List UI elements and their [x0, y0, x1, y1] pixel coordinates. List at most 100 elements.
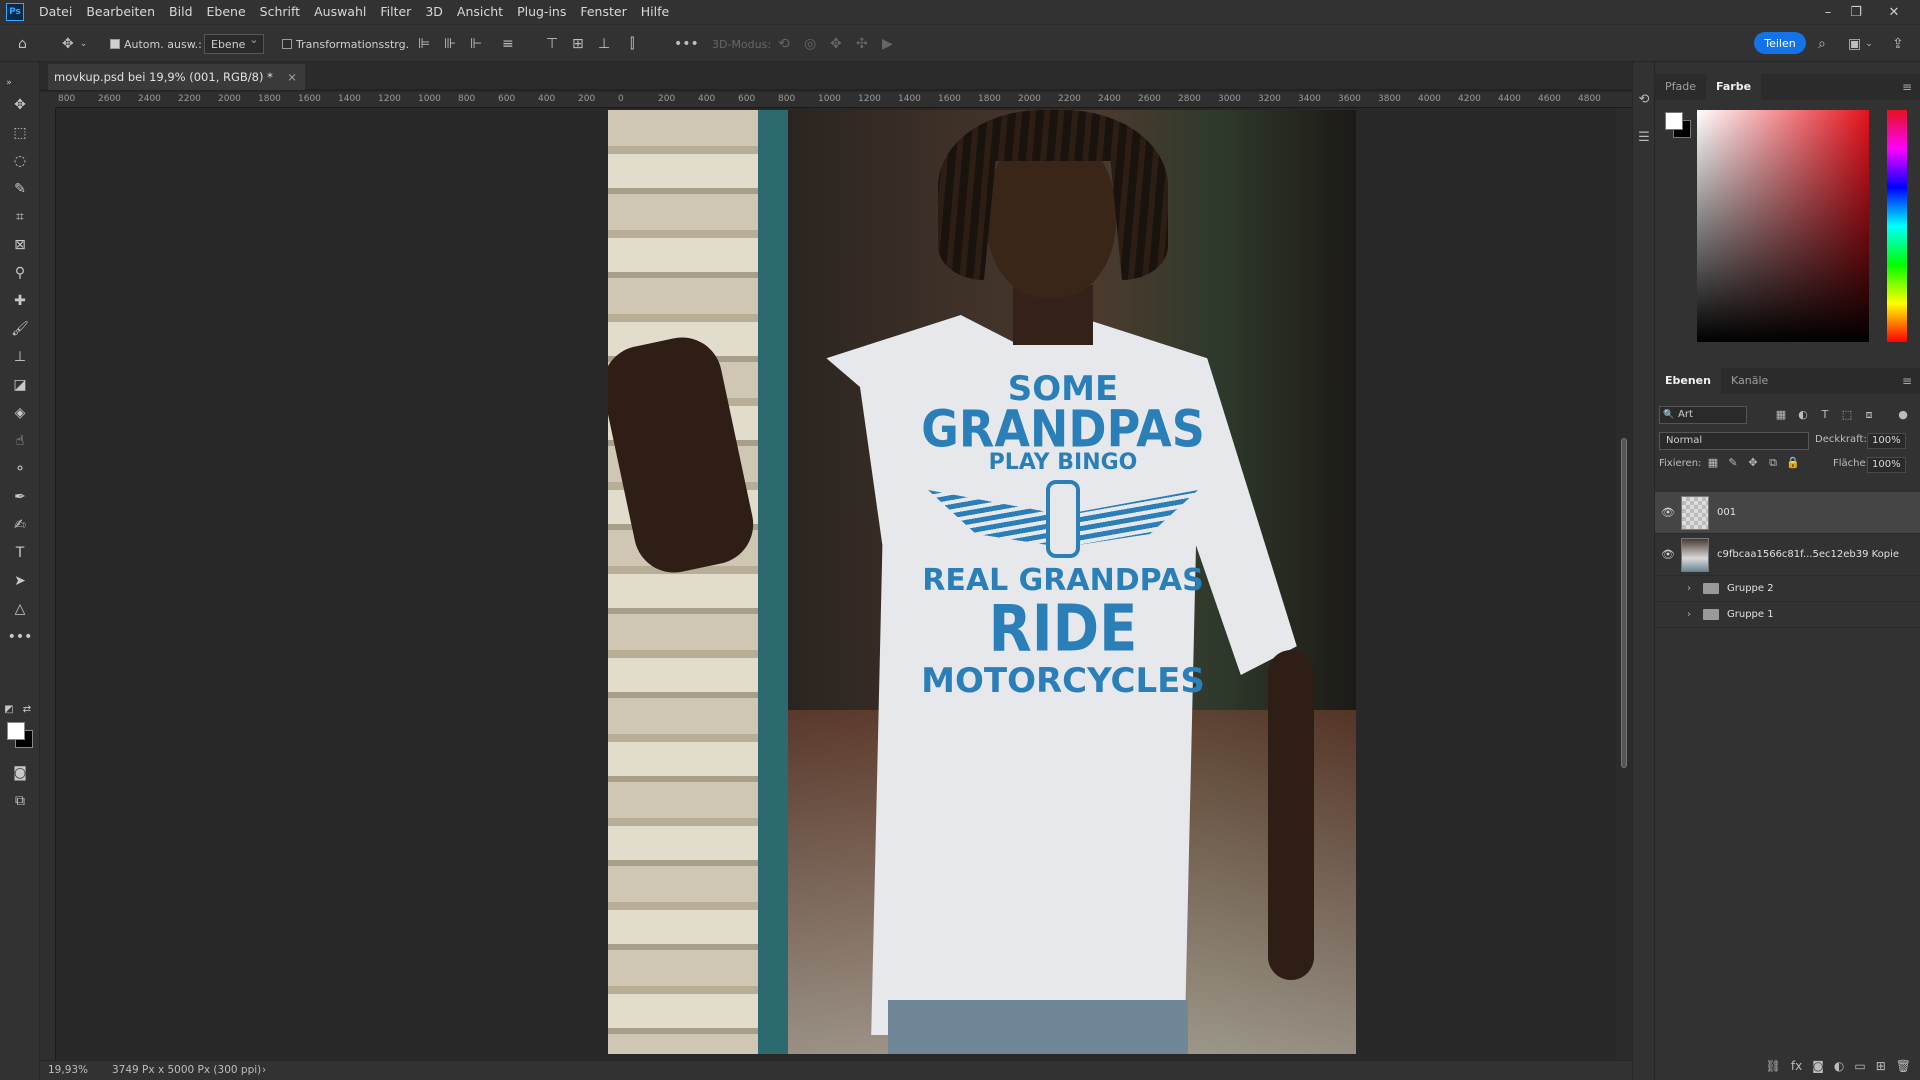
collapse-toolbar-icon[interactable]: » — [2, 72, 16, 94]
shape-tool-icon[interactable]: △ — [8, 598, 32, 620]
menu-datei[interactable]: Datei — [32, 0, 79, 24]
layer-style-fx-icon[interactable]: fx — [1791, 1059, 1802, 1073]
filter-smart-object-icon[interactable]: ⧈ — [1861, 408, 1877, 422]
hue-slider[interactable] — [1887, 110, 1907, 342]
blend-mode-dropdown[interactable]: Normal — [1659, 432, 1809, 450]
quick-mask-icon[interactable]: ◙ — [8, 762, 32, 784]
tab-kanaele[interactable]: Kanäle — [1721, 368, 1778, 394]
menu-ebene[interactable]: Ebene — [200, 0, 253, 24]
type-tool-icon[interactable]: T — [8, 542, 32, 564]
adjustment-layer-icon[interactable]: ◐ — [1834, 1059, 1844, 1073]
horizontal-ruler[interactable]: 800 2600 2400 2200 2000 1800 1600 1400 1200 1000 8… — [56, 92, 1632, 108]
transform-controls-checkbox[interactable]: Transformationsstrg. — [282, 25, 409, 63]
healing-brush-tool-icon[interactable]: ✚ — [8, 290, 32, 312]
status-menu-icon[interactable]: › — [262, 1064, 266, 1076]
align-right-icon[interactable]: ⊩ — [470, 25, 482, 63]
crop-tool-icon[interactable]: ⌗ — [8, 206, 32, 228]
new-group-icon[interactable]: ▭ — [1854, 1059, 1865, 1073]
menu-plugins[interactable]: Plug-ins — [510, 0, 573, 24]
color-picker-field[interactable] — [1697, 110, 1869, 342]
filter-adjustment-icon[interactable]: ◐ — [1795, 408, 1811, 422]
menu-3d[interactable]: 3D — [418, 0, 450, 24]
pen-tool-icon[interactable]: ✒ — [8, 486, 32, 508]
filter-pixel-icon[interactable]: ▦ — [1773, 408, 1789, 422]
align-top-icon[interactable]: ⊤ — [546, 25, 558, 63]
auto-select-target-dropdown[interactable]: Ebene — [204, 25, 265, 63]
more-tools-icon[interactable]: ••• — [8, 626, 33, 648]
lock-artboard-icon[interactable]: ⧉ — [1765, 456, 1781, 470]
distribute-icon[interactable]: ≡ — [502, 25, 514, 63]
delete-layer-icon[interactable]: 🗑 — [1896, 1059, 1911, 1073]
lock-position-icon[interactable]: ✥ — [1745, 456, 1761, 470]
share-button[interactable]: Teilen — [1754, 32, 1806, 54]
menu-hilfe[interactable]: Hilfe — [634, 0, 676, 24]
3d-roll-icon[interactable]: ◎ — [804, 25, 816, 63]
close-tab-icon[interactable]: × — [287, 70, 297, 84]
swap-colors-icon[interactable]: ⇄ — [20, 698, 34, 720]
photoshop-logo-icon[interactable]: Ps — [6, 3, 24, 21]
zoom-level[interactable]: 19,93% — [48, 1064, 88, 1076]
color-panel-menu-icon[interactable]: ≡ — [1902, 80, 1912, 94]
menu-bearbeiten[interactable]: Bearbeiten — [79, 0, 162, 24]
screen-mode-icon[interactable]: ⧉ — [8, 790, 32, 812]
document-canvas-image[interactable]: SOME GRANDPAS PLAY BINGO REAL GRANDPAS R… — [608, 110, 1356, 1054]
foreground-color-swatch-top[interactable] — [7, 722, 25, 740]
layer-row-gruppe-2[interactable]: › Gruppe 2 — [1655, 576, 1920, 602]
close-window-icon[interactable]: ✕ — [1874, 0, 1914, 24]
tab-pfade[interactable]: Pfade — [1655, 74, 1706, 100]
layers-stack-icon[interactable]: ☰ — [1636, 128, 1652, 146]
move-tool-icon[interactable]: ✥ — [8, 94, 32, 116]
quick-select-tool-icon[interactable]: ✎ — [8, 178, 32, 200]
add-mask-icon[interactable]: ◙ — [1812, 1059, 1824, 1073]
align-left-icon[interactable]: ⊫ — [418, 25, 430, 63]
3d-scale-icon[interactable]: ▶ — [882, 25, 893, 63]
share-export-icon[interactable]: ⇪ — [1892, 25, 1904, 63]
menu-fenster[interactable]: Fenster — [573, 0, 633, 24]
eyedropper-tool-icon[interactable]: ⚲ — [8, 262, 32, 284]
filter-toggle-icon[interactable]: ● — [1895, 408, 1911, 422]
3d-pan-icon[interactable]: ✥ — [830, 25, 842, 63]
move-tool-preset-icon[interactable]: ✥ ⌄ — [62, 25, 87, 63]
tab-ebenen[interactable]: Ebenen — [1655, 368, 1721, 394]
vertical-scrollbar[interactable] — [1616, 108, 1632, 1060]
curvature-pen-tool-icon[interactable]: ✍ — [8, 514, 32, 536]
layers-panel-menu-icon[interactable]: ≡ — [1902, 374, 1912, 388]
home-icon[interactable]: ⌂ — [18, 25, 27, 63]
stamp-tool-icon[interactable]: ⊥ — [8, 346, 32, 368]
align-center-h-icon[interactable]: ⊪ — [444, 25, 456, 63]
distribute-vertical-icon[interactable]: ⫿ — [630, 25, 634, 63]
restore-icon[interactable]: ❐ — [1836, 0, 1876, 24]
brush-tool-icon[interactable]: 🖌 — [8, 318, 32, 340]
filter-type-icon[interactable]: T — [1817, 408, 1833, 422]
eraser-tool-icon[interactable]: ◪ — [8, 374, 32, 396]
lock-transparent-icon[interactable]: ▦ — [1705, 456, 1721, 470]
panel-foreground-color-swatch[interactable] — [1665, 112, 1683, 130]
visibility-eye-icon[interactable]: 👁 — [1655, 506, 1681, 519]
3d-slide-icon[interactable]: ✣ — [856, 25, 868, 63]
default-colors-icon[interactable]: ◩ — [2, 698, 16, 720]
lasso-tool-icon[interactable]: ◌ — [8, 150, 32, 172]
frame-tool-icon[interactable]: ⊠ — [8, 234, 32, 256]
smudge-tool-icon[interactable]: ☝ — [8, 430, 32, 452]
visibility-eye-icon[interactable]: 👁 — [1655, 548, 1681, 561]
align-bottom-icon[interactable]: ⊥ — [598, 25, 610, 63]
vertical-ruler[interactable] — [40, 108, 56, 1060]
paint-bucket-tool-icon[interactable]: ◈ — [8, 402, 32, 424]
marquee-tool-icon[interactable]: ⬚ — [8, 122, 32, 144]
more-options-icon[interactable]: ••• — [674, 25, 699, 63]
path-select-tool-icon[interactable]: ➤ — [8, 570, 32, 592]
menu-auswahl[interactable]: Auswahl — [307, 0, 373, 24]
filter-shape-icon[interactable]: ⬚ — [1839, 408, 1855, 422]
tab-farbe[interactable]: Farbe — [1706, 74, 1762, 100]
lock-all-icon[interactable]: 🔒 — [1785, 456, 1801, 470]
menu-filter[interactable]: Filter — [373, 0, 418, 24]
layer-kind-filter-dropdown[interactable]: Art — [1659, 406, 1747, 424]
opacity-input[interactable]: 100% — [1867, 433, 1906, 449]
lock-pixels-icon[interactable]: ✎ — [1725, 456, 1741, 470]
align-middle-icon[interactable]: ⊞ — [572, 25, 584, 63]
chevron-right-icon[interactable]: › — [1687, 583, 1699, 594]
history-panel-icon[interactable]: ⟲ — [1636, 90, 1652, 108]
menu-bild[interactable]: Bild — [162, 0, 199, 24]
new-layer-icon[interactable]: ⊞ — [1876, 1059, 1886, 1073]
document-tab[interactable]: movkup.psd bei 19,9% (001, RGB/8) * × — [48, 64, 305, 90]
